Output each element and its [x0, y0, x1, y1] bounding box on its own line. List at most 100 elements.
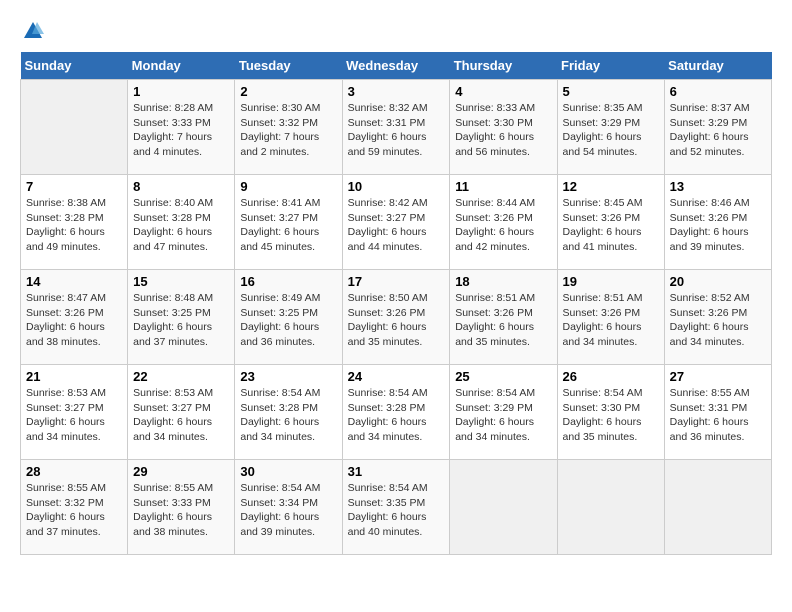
day-number: 26: [563, 369, 659, 384]
calendar-cell: 4 Sunrise: 8:33 AM Sunset: 3:30 PM Daylig…: [450, 80, 557, 175]
calendar-cell: 31Sunrise: 8:54 AM Sunset: 3:35 PM Dayli…: [342, 460, 450, 555]
column-header-thursday: Thursday: [450, 52, 557, 80]
day-info: Sunrise: 8:51 AM Sunset: 3:26 PM Dayligh…: [563, 291, 659, 350]
day-number: 28: [26, 464, 122, 479]
day-info: Sunrise: 8:55 AM Sunset: 3:31 PM Dayligh…: [670, 386, 766, 445]
logo-icon: [22, 20, 44, 42]
calendar-table: SundayMondayTuesdayWednesdayThursdayFrid…: [20, 52, 772, 555]
day-number: 7: [26, 179, 122, 194]
day-info: Sunrise: 8:53 AM Sunset: 3:27 PM Dayligh…: [26, 386, 122, 445]
day-number: 1: [133, 84, 229, 99]
day-info: Sunrise: 8:48 AM Sunset: 3:25 PM Dayligh…: [133, 291, 229, 350]
calendar-cell: 21 Sunrise: 8:53 AM Sunset: 3:27 PM Dayli…: [21, 365, 128, 460]
calendar-cell: 20 Sunrise: 8:52 AM Sunset: 3:26 PM Dayli…: [664, 270, 771, 365]
day-number: 20: [670, 274, 766, 289]
day-number: 30: [240, 464, 336, 479]
column-header-wednesday: Wednesday: [342, 52, 450, 80]
calendar-cell: 23Sunrise: 8:54 AM Sunset: 3:28 PM Dayli…: [235, 365, 342, 460]
day-number: 5: [563, 84, 659, 99]
calendar-cell: 6 Sunrise: 8:37 AM Sunset: 3:29 PM Daylig…: [664, 80, 771, 175]
day-number: 16: [240, 274, 336, 289]
day-info: Sunrise: 8:46 AM Sunset: 3:26 PM Dayligh…: [670, 196, 766, 255]
day-number: 19: [563, 274, 659, 289]
calendar-cell: 10 Sunrise: 8:42 AM Sunset: 3:27 PM Dayli…: [342, 175, 450, 270]
day-info: Sunrise: 8:54 AM Sunset: 3:30 PM Dayligh…: [563, 386, 659, 445]
day-info: Sunrise: 8:49 AM Sunset: 3:25 PM Dayligh…: [240, 291, 336, 350]
page-header: [20, 20, 772, 42]
day-info: Sunrise: 8:40 AM Sunset: 3:28 PM Dayligh…: [133, 196, 229, 255]
day-number: 18: [455, 274, 551, 289]
week-row-3: 14 Sunrise: 8:47 AM Sunset: 3:26 PM Dayli…: [21, 270, 772, 365]
calendar-cell: [557, 460, 664, 555]
day-number: 13: [670, 179, 766, 194]
day-info: Sunrise: 8:44 AM Sunset: 3:26 PM Dayligh…: [455, 196, 551, 255]
day-info: Sunrise: 8:42 AM Sunset: 3:27 PM Dayligh…: [348, 196, 445, 255]
day-info: Sunrise: 8:54 AM Sunset: 3:34 PM Dayligh…: [240, 481, 336, 540]
week-row-2: 7 Sunrise: 8:38 AM Sunset: 3:28 PM Daylig…: [21, 175, 772, 270]
calendar-cell: 24 Sunrise: 8:54 AM Sunset: 3:28 PM Dayli…: [342, 365, 450, 460]
calendar-cell: 26 Sunrise: 8:54 AM Sunset: 3:30 PM Dayli…: [557, 365, 664, 460]
day-number: 31: [348, 464, 445, 479]
day-info: Sunrise: 8:47 AM Sunset: 3:26 PM Dayligh…: [26, 291, 122, 350]
calendar-cell: 1 Sunrise: 8:28 AM Sunset: 3:33 PM Daylig…: [128, 80, 235, 175]
calendar-cell: 29 Sunrise: 8:55 AM Sunset: 3:33 PM Dayli…: [128, 460, 235, 555]
day-info: Sunrise: 8:37 AM Sunset: 3:29 PM Dayligh…: [670, 101, 766, 160]
calendar-cell: 28 Sunrise: 8:55 AM Sunset: 3:32 PM Dayli…: [21, 460, 128, 555]
day-number: 6: [670, 84, 766, 99]
calendar-cell: 19 Sunrise: 8:51 AM Sunset: 3:26 PM Dayli…: [557, 270, 664, 365]
day-number: 21: [26, 369, 122, 384]
calendar-cell: 2 Sunrise: 8:30 AM Sunset: 3:32 PM Daylig…: [235, 80, 342, 175]
day-info: Sunrise: 8:38 AM Sunset: 3:28 PM Dayligh…: [26, 196, 122, 255]
column-header-saturday: Saturday: [664, 52, 771, 80]
calendar-cell: 18 Sunrise: 8:51 AM Sunset: 3:26 PM Dayli…: [450, 270, 557, 365]
day-number: 10: [348, 179, 445, 194]
day-number: 25: [455, 369, 551, 384]
calendar-cell: [664, 460, 771, 555]
column-header-monday: Monday: [128, 52, 235, 80]
week-row-4: 21 Sunrise: 8:53 AM Sunset: 3:27 PM Dayli…: [21, 365, 772, 460]
calendar-cell: 8 Sunrise: 8:40 AM Sunset: 3:28 PM Daylig…: [128, 175, 235, 270]
calendar-cell: 16 Sunrise: 8:49 AM Sunset: 3:25 PM Dayli…: [235, 270, 342, 365]
day-number: 3: [348, 84, 445, 99]
day-info: Sunrise: 8:54 AM Sunset: 3:28 PM Dayligh…: [348, 386, 445, 445]
calendar-cell: 12Sunrise: 8:45 AM Sunset: 3:26 PM Dayli…: [557, 175, 664, 270]
day-info: Sunrise: 8:52 AM Sunset: 3:26 PM Dayligh…: [670, 291, 766, 350]
calendar-cell: 30 Sunrise: 8:54 AM Sunset: 3:34 PM Dayli…: [235, 460, 342, 555]
calendar-cell: 3 Sunrise: 8:32 AM Sunset: 3:31 PM Daylig…: [342, 80, 450, 175]
calendar-cell: [450, 460, 557, 555]
calendar-cell: 25Sunrise: 8:54 AM Sunset: 3:29 PM Dayli…: [450, 365, 557, 460]
calendar-cell: 17 Sunrise: 8:50 AM Sunset: 3:26 PM Dayli…: [342, 270, 450, 365]
calendar-cell: 14 Sunrise: 8:47 AM Sunset: 3:26 PM Dayli…: [21, 270, 128, 365]
calendar-cell: 22 Sunrise: 8:53 AM Sunset: 3:27 PM Dayli…: [128, 365, 235, 460]
calendar-cell: 9 Sunrise: 8:41 AM Sunset: 3:27 PM Daylig…: [235, 175, 342, 270]
day-number: 24: [348, 369, 445, 384]
day-info: Sunrise: 8:55 AM Sunset: 3:32 PM Dayligh…: [26, 481, 122, 540]
day-info: Sunrise: 8:41 AM Sunset: 3:27 PM Dayligh…: [240, 196, 336, 255]
day-info: Sunrise: 8:53 AM Sunset: 3:27 PM Dayligh…: [133, 386, 229, 445]
day-info: Sunrise: 8:51 AM Sunset: 3:26 PM Dayligh…: [455, 291, 551, 350]
calendar-cell: 5Sunrise: 8:35 AM Sunset: 3:29 PM Daylig…: [557, 80, 664, 175]
calendar-cell: 11Sunrise: 8:44 AM Sunset: 3:26 PM Dayli…: [450, 175, 557, 270]
calendar-header-row: SundayMondayTuesdayWednesdayThursdayFrid…: [21, 52, 772, 80]
calendar-cell: 15Sunrise: 8:48 AM Sunset: 3:25 PM Dayli…: [128, 270, 235, 365]
day-number: 4: [455, 84, 551, 99]
logo: [20, 20, 46, 42]
day-number: 23: [240, 369, 336, 384]
day-number: 14: [26, 274, 122, 289]
day-info: Sunrise: 8:30 AM Sunset: 3:32 PM Dayligh…: [240, 101, 336, 160]
day-info: Sunrise: 8:32 AM Sunset: 3:31 PM Dayligh…: [348, 101, 445, 160]
calendar-cell: [21, 80, 128, 175]
day-number: 22: [133, 369, 229, 384]
week-row-1: 1 Sunrise: 8:28 AM Sunset: 3:33 PM Daylig…: [21, 80, 772, 175]
day-info: Sunrise: 8:55 AM Sunset: 3:33 PM Dayligh…: [133, 481, 229, 540]
week-row-5: 28 Sunrise: 8:55 AM Sunset: 3:32 PM Dayli…: [21, 460, 772, 555]
day-number: 8: [133, 179, 229, 194]
day-info: Sunrise: 8:28 AM Sunset: 3:33 PM Dayligh…: [133, 101, 229, 160]
day-info: Sunrise: 8:33 AM Sunset: 3:30 PM Dayligh…: [455, 101, 551, 160]
day-number: 17: [348, 274, 445, 289]
day-number: 9: [240, 179, 336, 194]
day-number: 2: [240, 84, 336, 99]
calendar-cell: 7 Sunrise: 8:38 AM Sunset: 3:28 PM Daylig…: [21, 175, 128, 270]
day-number: 29: [133, 464, 229, 479]
day-info: Sunrise: 8:50 AM Sunset: 3:26 PM Dayligh…: [348, 291, 445, 350]
